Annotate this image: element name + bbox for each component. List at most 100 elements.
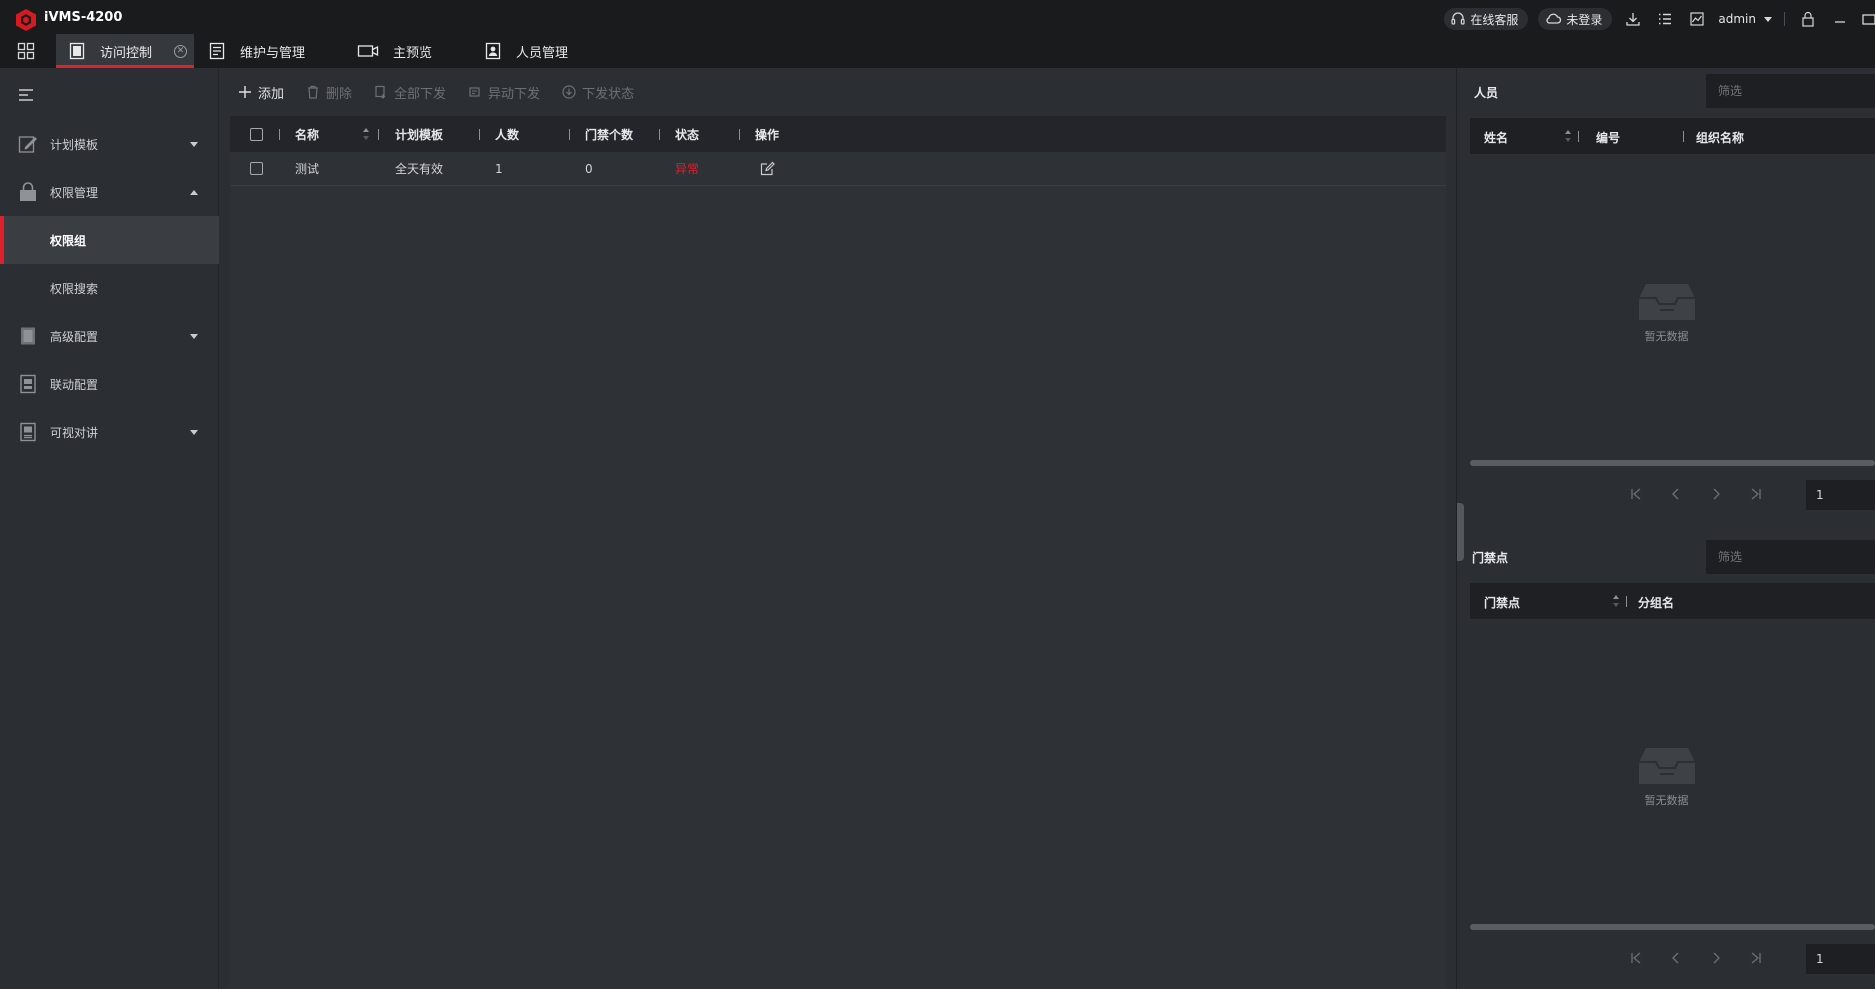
horizontal-scrollbar[interactable]	[1470, 460, 1875, 466]
lock-button[interactable]	[1797, 8, 1819, 30]
page-number-input[interactable]: 1	[1806, 944, 1875, 974]
sidebar-item-video-intercom[interactable]: 可视对讲	[0, 408, 219, 456]
person-card-icon	[485, 42, 501, 60]
action-toolbar: 添加 删除 全部下发 异动下发 下发状态	[220, 68, 1456, 116]
apply-changed-button[interactable]: 异动下发	[468, 83, 540, 102]
cell-text: 0	[585, 161, 593, 176]
apply-all-button[interactable]: 全部下发	[374, 83, 446, 102]
online-service-label: 在线客服	[1470, 12, 1519, 27]
apply-changed-label: 异动下发	[488, 86, 541, 102]
doors-table-header: 门禁点 分组名	[1470, 583, 1875, 619]
next-page-button[interactable]	[1708, 486, 1724, 502]
doors-empty-state: 暂无数据	[1464, 746, 1869, 808]
last-page-button[interactable]	[1748, 486, 1764, 502]
last-page-button[interactable]	[1748, 950, 1764, 966]
lock-icon	[1802, 11, 1814, 27]
doors-pagination: 1 /1	[1470, 932, 1875, 988]
first-page-button[interactable]	[1628, 950, 1644, 966]
column-label: 人数	[495, 127, 520, 142]
tab-access-control[interactable]: 访问控制 ✕	[56, 34, 194, 68]
add-label: 添加	[258, 86, 285, 102]
cell-doors: 0	[585, 152, 593, 185]
doors-filter-input[interactable]	[1706, 540, 1875, 574]
sidebar-item-permission-search[interactable]: 权限搜索	[0, 264, 219, 312]
column-divider	[739, 129, 740, 140]
page-number: 1	[1816, 952, 1824, 966]
column-label[interactable]: 门禁点	[1484, 594, 1520, 611]
column-divider	[479, 129, 480, 140]
column-label: 操作	[755, 127, 780, 142]
empty-box-icon	[1638, 748, 1695, 784]
cell-action	[760, 152, 775, 185]
maximize-icon	[1862, 14, 1875, 25]
next-page-button[interactable]	[1708, 950, 1724, 966]
first-page-icon	[1631, 952, 1641, 964]
trash-icon	[308, 85, 319, 99]
column-header-persons[interactable]: 人数	[495, 116, 519, 152]
column-header-template[interactable]: 计划模板	[395, 116, 443, 152]
prev-page-button[interactable]	[1668, 950, 1684, 966]
sort-icon[interactable]	[362, 125, 370, 143]
table-row[interactable]: 测试 全天有效 1 0 异常	[230, 152, 1446, 186]
download-button[interactable]	[1622, 8, 1644, 30]
sidebar-item-schedule-template[interactable]: 计划模板	[0, 120, 219, 168]
sidebar-item-label: 可视对讲	[50, 425, 99, 440]
collapse-panel-handle[interactable]	[1457, 503, 1464, 561]
column-label[interactable]: 组织名称	[1696, 129, 1744, 146]
module-grid-button[interactable]	[0, 34, 52, 68]
page-number-input[interactable]: 1	[1806, 480, 1875, 510]
persons-pagination: 1 /1	[1470, 468, 1875, 524]
tab-label: 访问控制	[100, 45, 153, 61]
chevron-left-icon	[1672, 952, 1679, 964]
sort-icon[interactable]	[1612, 592, 1620, 610]
apply-all-label: 全部下发	[394, 86, 447, 102]
first-page-button[interactable]	[1628, 486, 1644, 502]
horizontal-scrollbar[interactable]	[1470, 924, 1875, 930]
edit-icon[interactable]	[760, 161, 775, 176]
sidebar-item-label: 高级配置	[50, 329, 99, 344]
chevron-left-icon	[1672, 488, 1679, 500]
delete-button[interactable]: 删除	[306, 83, 352, 102]
column-label[interactable]: 姓名	[1484, 129, 1508, 146]
grid-icon	[17, 42, 35, 60]
module-tabs: 访问控制 ✕ 维护与管理 主预览 人员管理	[0, 34, 586, 68]
sidebar-item-label: 权限组	[50, 233, 87, 248]
sort-icon[interactable]	[1564, 127, 1572, 145]
add-button[interactable]: 添加	[238, 83, 284, 102]
cell-text: 全天有效	[395, 162, 444, 176]
monitor-button[interactable]	[1686, 8, 1708, 30]
column-header-status[interactable]: 状态	[675, 116, 699, 152]
maintenance-icon	[209, 42, 225, 60]
tab-person-management[interactable]: 人员管理	[450, 34, 586, 68]
column-label: 名称	[295, 127, 320, 142]
column-divider	[569, 129, 570, 140]
tab-maintenance[interactable]: 维护与管理	[194, 34, 323, 68]
column-label[interactable]: 编号	[1596, 129, 1620, 146]
cell-name: 测试	[295, 152, 319, 185]
select-all-checkbox[interactable]	[250, 127, 263, 141]
minimize-button[interactable]	[1829, 8, 1851, 30]
maximize-button[interactable]	[1861, 8, 1875, 30]
persons-filter-input[interactable]	[1706, 74, 1875, 108]
apply-changed-icon	[469, 87, 480, 97]
cell-status[interactable]: 异常	[675, 152, 699, 185]
row-checkbox[interactable]	[250, 162, 263, 175]
sidebar-item-advanced-config[interactable]: 高级配置	[0, 312, 219, 360]
prev-page-button[interactable]	[1668, 486, 1684, 502]
access-control-icon	[69, 42, 85, 60]
close-tab-icon[interactable]: ✕	[174, 45, 187, 58]
sidebar-item-linkage-config[interactable]: 联动配置	[0, 360, 219, 408]
apply-status-button[interactable]: 下发状态	[562, 83, 634, 102]
tab-main-preview[interactable]: 主预览	[323, 34, 450, 68]
user-menu[interactable]: admin	[1718, 12, 1772, 26]
sidebar-item-permission-management[interactable]: 权限管理	[0, 168, 219, 216]
table-header: 名称 计划模板 人数 门禁个数 状态 操作	[230, 116, 1446, 152]
cloud-login-button[interactable]: 未登录	[1538, 8, 1613, 30]
sidebar-item-permission-group[interactable]: 权限组	[0, 216, 219, 264]
column-label[interactable]: 分组名	[1638, 594, 1674, 611]
task-list-button[interactable]	[1654, 8, 1676, 30]
online-service-button[interactable]: 在线客服	[1444, 8, 1529, 30]
column-header-name[interactable]: 名称	[295, 116, 319, 152]
menu-collapse-icon[interactable]	[18, 88, 34, 102]
column-header-doors[interactable]: 门禁个数	[585, 116, 633, 152]
